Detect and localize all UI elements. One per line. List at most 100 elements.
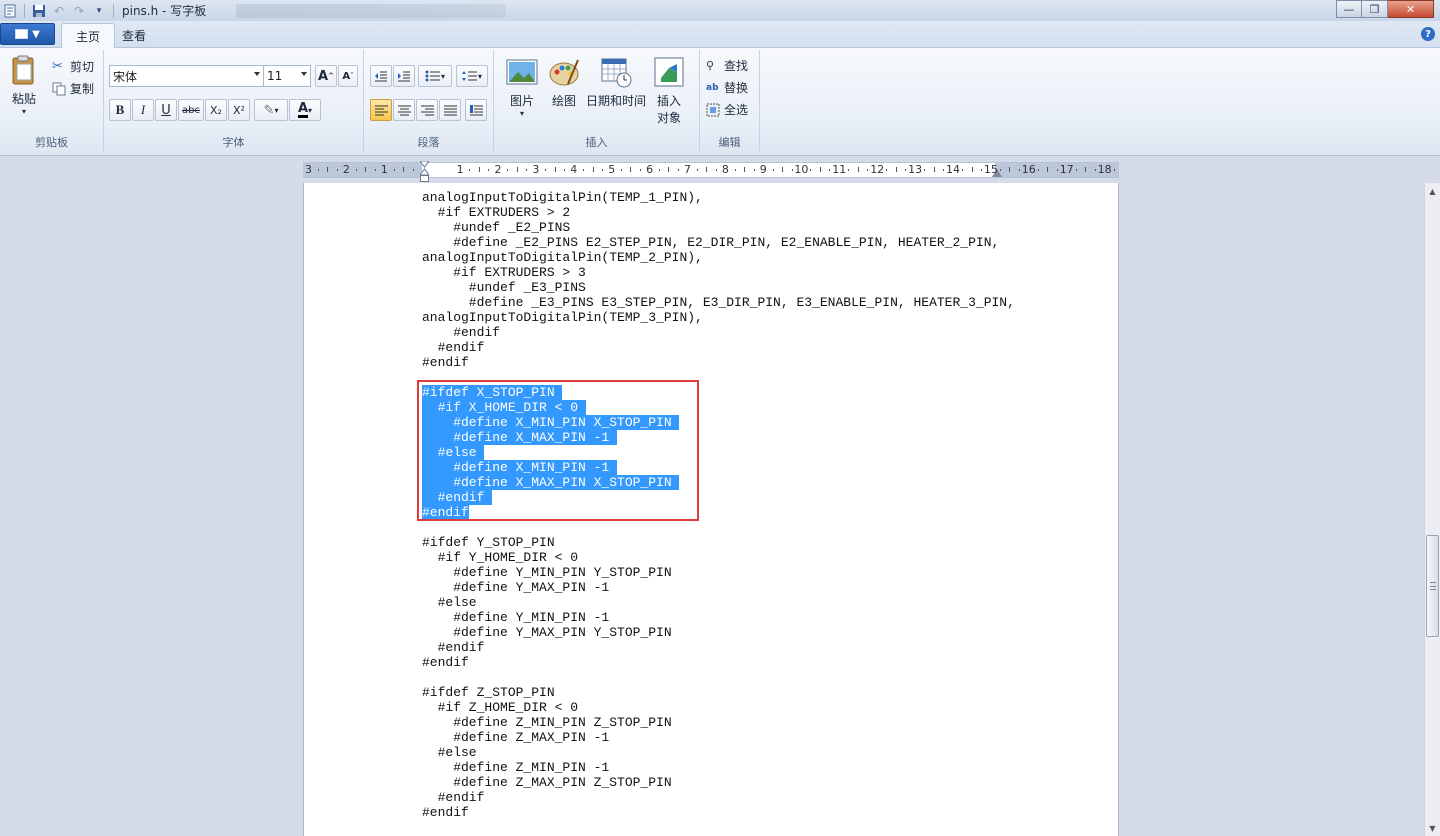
select-all-button[interactable]: 全选 <box>706 101 748 118</box>
paragraph-settings-button[interactable] <box>465 99 487 121</box>
paint-drawing-button[interactable]: 绘图 <box>548 56 580 109</box>
tab-home[interactable]: 主页 <box>61 23 116 49</box>
increase-indent-button[interactable] <box>393 65 415 87</box>
italic-button[interactable]: I <box>132 99 154 121</box>
font-family-select[interactable]: 宋体 <box>109 65 264 87</box>
code-line[interactable]: #define Z_MAX_PIN Z_STOP_PIN <box>422 775 1015 790</box>
highlight-color-button[interactable]: ✎ ▾ <box>254 99 288 121</box>
superscript-button[interactable]: X² <box>228 99 250 121</box>
code-line[interactable]: #define Y_MIN_PIN Y_STOP_PIN <box>422 565 1015 580</box>
code-line[interactable] <box>422 520 1015 535</box>
shrink-font-button[interactable]: Aˇ <box>338 65 358 87</box>
horizontal-ruler[interactable]: 3 2 1 1 2 3 4 5 6 7 8 9 10 11 12 13 14 15 16 17 18 <box>303 161 1119 182</box>
justify-button[interactable] <box>439 99 461 121</box>
code-line-text: #define Z_MIN_PIN -1 <box>422 760 610 775</box>
code-line[interactable]: #if EXTRUDERS > 2 <box>422 205 1015 220</box>
scrollbar-thumb[interactable] <box>1426 535 1439 637</box>
chevron-down-icon <box>301 72 307 76</box>
underline-button[interactable]: U <box>155 99 177 121</box>
code-line[interactable]: #endif <box>422 340 1015 355</box>
code-line[interactable]: #define _E3_PINS E3_STEP_PIN, E3_DIR_PIN… <box>422 295 1015 310</box>
code-line[interactable] <box>422 670 1015 685</box>
code-line[interactable]: analogInputToDigitalPin(TEMP_3_PIN), <box>422 310 1015 325</box>
code-line[interactable]: #if Y_HOME_DIR < 0 <box>422 550 1015 565</box>
ruler-tick <box>999 169 1001 171</box>
copy-button[interactable]: 复制 <box>52 80 94 97</box>
cut-label: 剪切 <box>70 60 95 74</box>
scroll-up-icon[interactable]: ▲ <box>1425 183 1440 199</box>
code-line[interactable]: #endif <box>422 655 1015 670</box>
save-icon[interactable] <box>31 3 47 19</box>
code-line[interactable]: #if Z_HOME_DIR < 0 <box>422 700 1015 715</box>
wordpad-app-icon[interactable] <box>2 3 18 19</box>
date-time-button[interactable]: 日期和时间 <box>586 56 646 109</box>
ruler-tick <box>1113 169 1115 171</box>
paragraph-icon <box>469 104 483 115</box>
code-line[interactable]: #undef _E3_PINS <box>422 280 1015 295</box>
redo-icon[interactable]: ↷ <box>71 3 87 19</box>
close-button[interactable]: ✕ <box>1388 0 1434 18</box>
code-line[interactable]: #define Y_MAX_PIN -1 <box>422 580 1015 595</box>
customize-toolbar-icon[interactable]: ▾ <box>91 3 107 19</box>
code-line-text: #endif <box>422 655 469 670</box>
align-center-button[interactable] <box>393 99 415 121</box>
code-line[interactable]: analogInputToDigitalPin(TEMP_1_PIN), <box>422 190 1015 205</box>
bold-button[interactable]: B <box>109 99 131 121</box>
ruler-tick <box>478 167 480 172</box>
code-line[interactable]: analogInputToDigitalPin(TEMP_2_PIN), <box>422 250 1015 265</box>
text-color-button[interactable]: A ▾ <box>289 99 321 121</box>
code-line[interactable]: #endif <box>422 790 1015 805</box>
document-page[interactable]: analogInputToDigitalPin(TEMP_1_PIN), #if… <box>303 183 1119 836</box>
strikethrough-button[interactable]: abc <box>178 99 204 121</box>
code-line[interactable]: #else <box>422 595 1015 610</box>
align-right-button[interactable] <box>416 99 438 121</box>
code-line[interactable]: #undef _E2_PINS <box>422 220 1015 235</box>
code-line[interactable]: #endif <box>422 640 1015 655</box>
code-line[interactable]: #define Y_MIN_PIN -1 <box>422 610 1015 625</box>
decrease-indent-button[interactable] <box>370 65 392 87</box>
ruler-number: 4 <box>570 163 578 176</box>
calendar-clock-icon <box>601 58 632 88</box>
align-left-button[interactable] <box>370 99 392 121</box>
grow-font-button[interactable]: A ^ <box>315 65 337 87</box>
indent-marker-icon[interactable] <box>420 161 429 183</box>
find-button[interactable]: ⚲ 查找 <box>706 57 748 74</box>
subscript-button[interactable]: X₂ <box>205 99 227 121</box>
help-icon[interactable]: ? <box>1421 27 1435 41</box>
code-line[interactable]: #endif <box>422 355 1015 370</box>
code-line[interactable]: #define Z_MAX_PIN -1 <box>422 730 1015 745</box>
code-line[interactable]: #ifdef Y_STOP_PIN <box>422 535 1015 550</box>
code-line[interactable]: #define Y_MAX_PIN Y_STOP_PIN <box>422 625 1015 640</box>
paste-dropdown-icon[interactable]: ▾ <box>22 107 26 116</box>
cut-button[interactable]: ✂ 剪切 <box>52 58 94 75</box>
code-line[interactable]: #if EXTRUDERS > 3 <box>422 265 1015 280</box>
ruler-tick <box>715 169 717 171</box>
ruler-tick <box>971 167 973 172</box>
code-line[interactable]: #define Z_MIN_PIN -1 <box>422 760 1015 775</box>
font-size-select[interactable]: 11 <box>263 65 311 87</box>
insert-object-button[interactable]: 插入 对象 <box>653 56 685 126</box>
undo-icon[interactable]: ↶ <box>51 3 67 19</box>
code-line[interactable]: #ifdef Z_STOP_PIN <box>422 685 1015 700</box>
ruler-tick <box>933 167 935 172</box>
line-spacing-button[interactable]: ▾ <box>456 65 488 87</box>
vertical-scrollbar[interactable]: ▲ ▼ <box>1424 183 1440 836</box>
replace-button[interactable]: ab 替换 <box>706 79 748 96</box>
ruler-tick <box>848 169 850 171</box>
maximize-button[interactable]: ❐ <box>1362 0 1388 18</box>
application-menu-button[interactable]: ▼ <box>0 23 55 45</box>
code-line[interactable]: #endif <box>422 805 1015 820</box>
code-line[interactable]: #else <box>422 745 1015 760</box>
code-line[interactable]: #define _E2_PINS E2_STEP_PIN, E2_DIR_PIN… <box>422 235 1015 250</box>
paste-button[interactable]: 粘贴 ▾ <box>8 54 40 116</box>
bullet-list-button[interactable]: ▾ <box>418 65 452 87</box>
code-line[interactable]: #endif <box>422 325 1015 340</box>
minimize-button[interactable]: — <box>1336 0 1362 18</box>
tab-view[interactable]: 查看 <box>108 23 160 48</box>
ruler-tick <box>393 169 395 171</box>
paste-label: 粘贴 <box>11 92 36 106</box>
scroll-down-icon[interactable]: ▼ <box>1425 820 1440 836</box>
picture-button[interactable]: 图片 ▾ <box>506 56 538 118</box>
code-line[interactable]: #define Z_MIN_PIN Z_STOP_PIN <box>422 715 1015 730</box>
ruler-tick <box>706 167 708 172</box>
